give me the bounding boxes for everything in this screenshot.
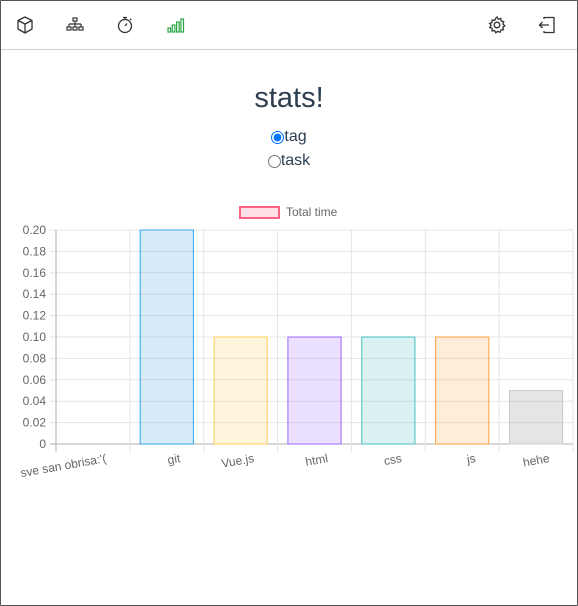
x-tick-label: hehe xyxy=(522,451,551,469)
y-tick-label: 0.06 xyxy=(23,373,47,387)
x-tick-label: git xyxy=(166,451,182,467)
signal-bars-icon[interactable] xyxy=(164,14,186,36)
y-tick-label: 0.02 xyxy=(23,416,47,430)
y-tick-label: 0.04 xyxy=(23,394,47,408)
y-tick-label: 0.16 xyxy=(23,266,47,280)
bar-chart: 0.20 0.18 0.16 0.14 0.12 0.10 0.08 0.06 0.04 0.02… xyxy=(19,223,574,480)
chart-bar[interactable] xyxy=(213,336,268,445)
y-tick-label: 0.20 xyxy=(23,223,47,237)
y-tick-label: 0.14 xyxy=(23,287,47,301)
y-tick-label: 0.10 xyxy=(23,330,47,344)
x-tick-label: js xyxy=(465,451,477,466)
chart-bar[interactable] xyxy=(139,229,194,445)
radio-tag[interactable] xyxy=(271,130,285,144)
stopwatch-icon[interactable] xyxy=(114,14,136,36)
radio-task-label: task xyxy=(280,152,311,169)
cube-icon[interactable] xyxy=(14,14,36,36)
sitemap-icon[interactable] xyxy=(64,14,86,36)
radio-option-task[interactable]: task xyxy=(0,152,578,170)
chart-bar[interactable] xyxy=(435,336,490,445)
logout-icon[interactable] xyxy=(536,14,558,36)
x-tick-label: html xyxy=(304,451,329,469)
y-tick-label: 0.12 xyxy=(23,309,47,323)
x-tick-label: sve san obrisa:'( xyxy=(19,451,107,480)
radio-option-tag[interactable]: tag xyxy=(0,128,578,146)
y-tick-label: 0.08 xyxy=(23,351,47,365)
x-tick-label: Vue.js xyxy=(220,451,255,471)
chart-bar[interactable] xyxy=(508,390,564,445)
y-tick-label: 0 xyxy=(39,437,46,451)
radio-tag-label: tag xyxy=(284,128,307,145)
chart-bar[interactable] xyxy=(287,336,342,445)
chart-bar[interactable] xyxy=(361,336,416,445)
page-title: stats! xyxy=(254,82,324,114)
radio-task[interactable] xyxy=(267,154,281,168)
gear-icon[interactable] xyxy=(486,14,508,36)
x-tick-label: css xyxy=(383,451,403,468)
top-navbar xyxy=(1,1,577,50)
y-tick-label: 0.18 xyxy=(23,244,47,258)
